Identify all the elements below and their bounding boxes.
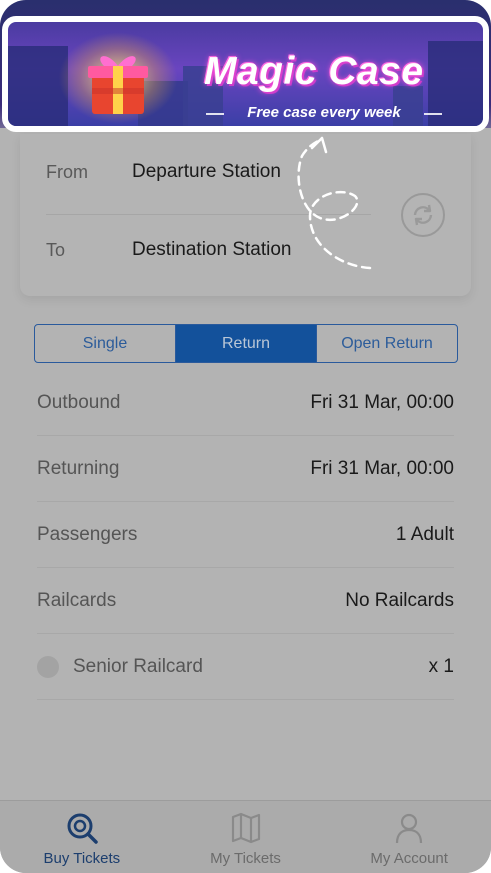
user-icon — [396, 813, 423, 844]
outbound-row[interactable]: Outbound Fri 31 Mar, 00:00 — [37, 370, 454, 436]
promo-subtitle: Free case every week — [204, 104, 444, 121]
passengers-value: 1 Adult — [395, 523, 454, 545]
bottom-tab-bar: Buy Tickets My Tickets My Account — [0, 800, 491, 873]
railcard-item-row[interactable]: Senior Railcard x 1 — [37, 634, 454, 700]
railcard-radio[interactable] — [37, 655, 59, 678]
map-icon — [231, 812, 260, 844]
railcards-value: No Railcards — [345, 589, 454, 611]
returning-row[interactable]: Returning Fri 31 Mar, 00:00 — [37, 436, 454, 502]
search-icon — [67, 813, 98, 844]
tab-label: Buy Tickets — [43, 850, 121, 867]
tab-label: My Account — [370, 850, 448, 867]
passengers-label: Passengers — [37, 523, 138, 545]
journey-card: From Departure Station To Destination St… — [20, 134, 471, 296]
tab-open-return[interactable]: Open Return — [316, 325, 457, 362]
app-screen: Magic Case Free case every week From Dep… — [0, 0, 491, 873]
from-label: From — [46, 161, 88, 182]
tab-single[interactable]: Single — [35, 325, 175, 362]
tab-buy-tickets[interactable]: Buy Tickets — [0, 801, 164, 873]
swap-icon — [413, 204, 433, 226]
ticket-type-selector: Single Return Open Return — [34, 324, 458, 363]
railcard-item-count: x 1 — [428, 655, 454, 677]
promo-title: Magic Case — [204, 50, 424, 93]
returning-value: Fri 31 Mar, 00:00 — [310, 457, 454, 479]
tab-my-account[interactable]: My Account — [327, 801, 491, 873]
to-label: To — [46, 239, 66, 260]
to-station-value: Destination Station — [132, 239, 292, 260]
railcards-row[interactable]: Railcards No Railcards — [37, 568, 454, 634]
passengers-row[interactable]: Passengers 1 Adult — [37, 502, 454, 568]
outbound-label: Outbound — [37, 391, 121, 413]
tab-my-tickets[interactable]: My Tickets — [164, 801, 328, 873]
dashed-arrow-annotation — [297, 136, 372, 270]
promo-banner-background: Magic Case Free case every week — [8, 22, 483, 126]
returning-label: Returning — [37, 457, 120, 479]
tab-return[interactable]: Return — [175, 325, 316, 362]
outbound-value: Fri 31 Mar, 00:00 — [310, 391, 454, 413]
railcard-item: Senior Railcard — [37, 655, 203, 678]
railcard-item-label: Senior Railcard — [73, 655, 203, 677]
from-station-value: Departure Station — [132, 161, 281, 182]
gift-box-icon — [88, 56, 148, 114]
swap-stations-button[interactable] — [401, 193, 445, 237]
tab-label: My Tickets — [210, 850, 281, 867]
promo-banner[interactable]: Magic Case Free case every week — [2, 16, 489, 132]
railcards-label: Railcards — [37, 589, 117, 611]
